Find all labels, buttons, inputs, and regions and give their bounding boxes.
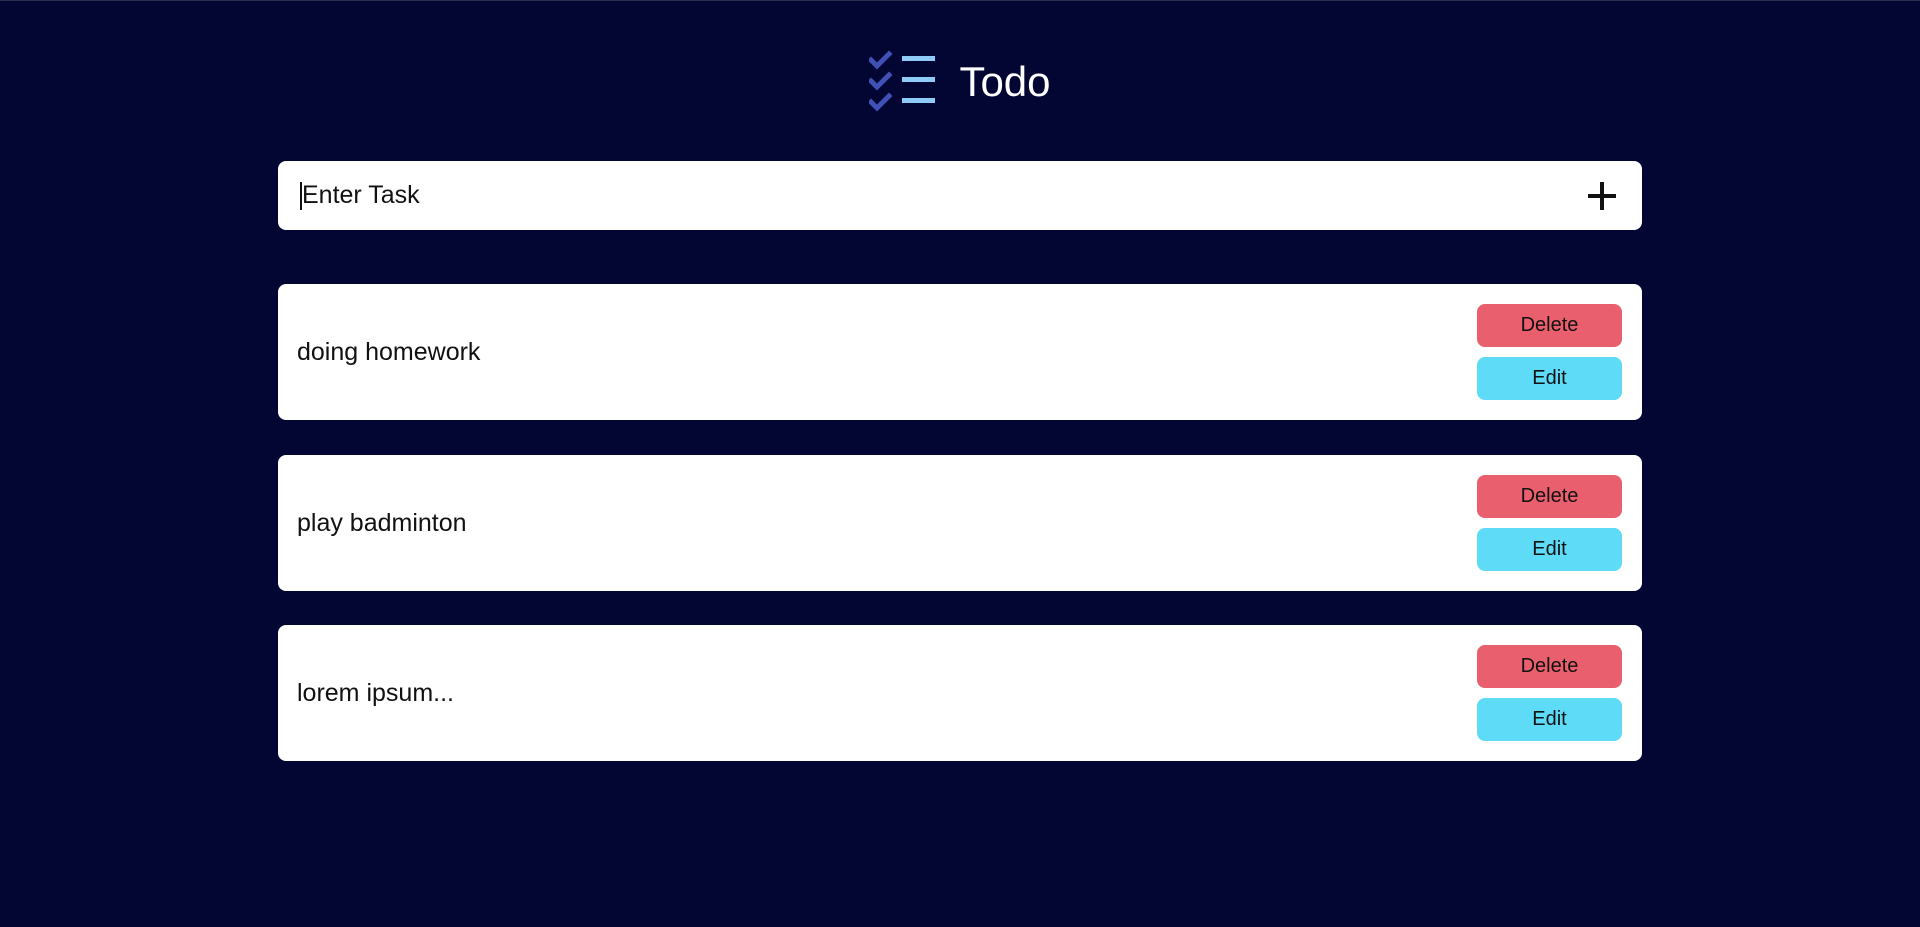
task-item: doing homework Delete Edit [278,284,1642,420]
plus-icon [1588,181,1616,210]
delete-button[interactable]: Delete [1477,475,1622,518]
delete-button[interactable]: Delete [1477,645,1622,688]
task-item: play badminton Delete Edit [278,455,1642,591]
add-task-button[interactable] [1584,178,1620,214]
task-text: doing homework [297,337,481,366]
task-input-bar [278,161,1642,230]
task-item: lorem ipsum... Delete Edit [278,625,1642,761]
edit-button[interactable]: Edit [1477,357,1622,400]
task-input[interactable] [302,175,1584,216]
task-actions: Delete Edit [1477,304,1622,400]
app-header: Todo [0,50,1920,114]
task-text: lorem ipsum... [297,678,454,707]
task-actions: Delete Edit [1477,645,1622,741]
checklist-icon [867,50,936,114]
delete-button[interactable]: Delete [1477,304,1622,347]
edit-button[interactable]: Edit [1477,698,1622,741]
task-actions: Delete Edit [1477,475,1622,571]
top-border [0,0,1920,1]
edit-button[interactable]: Edit [1477,528,1622,571]
app-title: Todo [959,58,1051,105]
task-text: play badminton [297,508,467,537]
